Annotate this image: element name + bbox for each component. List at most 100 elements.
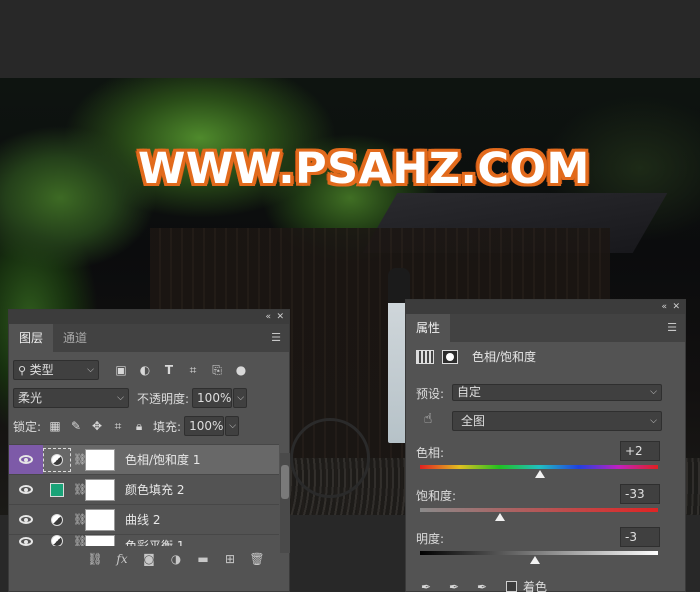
hue-label: 色相: [416,446,445,460]
layer-thumbnail[interactable] [43,513,71,526]
visibility-toggle[interactable] [9,444,43,475]
new-layer-icon[interactable]: ⊞ [222,551,238,567]
visibility-toggle[interactable] [9,535,43,546]
filter-toggle-icon[interactable]: ● [233,362,249,378]
layer-row[interactable]: ⛓ 曲线 2 [9,504,279,534]
adjustment-icon[interactable]: ◑ [168,551,184,567]
layer-name: 颜色填充 2 [125,483,185,497]
eyedropper-minus-icon[interactable]: ✒ [474,579,490,592]
lightness-slider-track[interactable] [420,551,658,555]
opacity-field[interactable]: 100% [192,388,233,408]
lock-artboard-icon[interactable]: ⌗ [110,418,126,434]
layer-row[interactable]: ⛓ 颜色填充 2 [9,474,279,504]
collapse-icon[interactable]: « [265,310,271,324]
filter-shape-icon[interactable]: ⌗ [185,362,201,378]
filter-type-icon[interactable]: T [161,362,177,378]
hue-slider-thumb[interactable] [535,470,546,478]
panel-menu-icon[interactable]: ☰ [667,322,677,334]
tab-properties[interactable]: 属性 [406,314,451,342]
visibility-toggle[interactable] [9,505,43,535]
layer-thumbnail[interactable] [43,482,71,497]
colorize-checkbox[interactable] [506,581,517,592]
tab-layers[interactable]: 图层 [9,324,54,352]
chain-link-icon[interactable]: ⛓ [73,483,87,496]
layer-mask-thumbnail[interactable] [85,448,115,471]
layer-name: 色相/饱和度 1 [125,453,201,467]
chevron-down-icon: ⌵ [87,365,94,375]
eyedropper-icon[interactable]: ✒ [418,579,434,592]
filter-smart-object-icon[interactable]: ⎘ [209,362,225,378]
properties-panel: « ✕ 属性 ☰ 色相/饱和度 预设: 自定 ⌵ ☝ 全图 ⌵ 色相: +2 饱… [405,299,686,592]
layers-scrollbar[interactable] [280,453,290,553]
panel-menu-icon[interactable]: ☰ [271,332,281,344]
layer-row[interactable]: ⛓ 色彩平衡 1 [9,534,279,546]
chevron-down-icon: ⌵ [117,393,124,403]
lightness-value-field[interactable]: -3 [620,527,660,547]
lightness-label: 明度: [416,532,445,546]
lightness-slider-thumb[interactable] [530,556,541,564]
scrollbar-thumb[interactable] [281,465,289,499]
fill-dropdown-button[interactable]: ⌵ [225,416,240,436]
hue-slider-track[interactable] [420,465,658,469]
lock-move-icon[interactable]: ✥ [89,418,105,434]
close-icon[interactable]: ✕ [672,300,680,314]
layer-row[interactable]: ⛓ 色相/饱和度 1 [9,444,279,475]
layer-mask-thumbnail[interactable] [85,508,115,531]
lock-paint-icon[interactable]: ✎ [68,418,84,434]
filter-pixel-icon[interactable]: ▣ [113,362,129,378]
hue-saturation-icon[interactable] [416,349,434,364]
chain-link-icon[interactable]: ⛓ [73,453,87,466]
tab-channels[interactable]: 通道 [53,324,97,352]
layer-mask-thumbnail[interactable] [85,535,115,546]
chain-link-icon[interactable]: ⛓ [73,513,87,526]
visibility-toggle[interactable] [9,475,43,505]
filter-kind-label: 类型 [29,363,54,377]
close-icon[interactable]: ✕ [276,310,284,324]
eye-icon [19,455,33,464]
collapse-icon[interactable]: « [661,300,667,314]
trash-icon[interactable]: 🗑︎ [249,551,265,567]
properties-panel-titlebar[interactable]: « ✕ [406,300,685,314]
eyedropper-plus-icon[interactable]: ✒ [446,579,462,592]
saturation-value-field[interactable]: -33 [620,484,660,504]
curves-icon [51,513,63,526]
opacity-label: 不透明度: [137,391,190,406]
filter-kind-dropdown[interactable]: ⚲ 类型 ⌵ [13,360,99,380]
opacity-dropdown-button[interactable]: ⌵ [233,388,248,408]
layer-thumbnail[interactable] [43,447,71,472]
link-icon[interactable]: ⛓ [87,551,103,567]
preset-dropdown[interactable]: 自定 ⌵ [452,384,662,401]
blend-mode-dropdown[interactable]: 柔光 ⌵ [13,388,129,408]
lock-all-icon[interactable]: 🔒︎ [131,418,147,434]
saturation-slider-track[interactable] [420,508,658,512]
layers-tab-bar: 图层 通道 ☰ [9,324,289,352]
mask-icon[interactable]: ◙ [141,551,157,567]
folder-icon[interactable]: ▬ [195,551,211,567]
channel-value: 全图 [461,414,486,428]
chevron-down-icon: ⌵ [650,387,657,397]
chevron-down-icon: ⌵ [229,421,237,431]
color-fill-swatch [50,482,64,497]
chevron-down-icon: ⌵ [237,393,245,403]
chain-link-icon[interactable]: ⛓ [73,535,87,546]
targeted-adjustment-hand-icon[interactable]: ☝ [420,411,436,427]
blend-row: 柔光 ⌵ 不透明度: 100% ⌵ [9,387,289,409]
lock-transparent-icon[interactable]: ▦ [47,418,63,434]
layers-bottom-toolbar: ⛓ fx ◙ ◑ ▬ ⊞ 🗑︎ [9,546,289,572]
layer-mask-thumbnail[interactable] [85,478,115,501]
fx-icon[interactable]: fx [114,551,130,567]
hue-value-field[interactable]: +2 [620,441,660,461]
layer-thumbnail[interactable] [43,535,71,546]
properties-tab-bar: 属性 ☰ [406,314,685,342]
channel-dropdown[interactable]: 全图 ⌵ [452,411,662,431]
blend-mode-value: 柔光 [18,391,43,405]
fill-field[interactable]: 100% [184,416,225,436]
eyedropper-row: ✒ ✒ ✒ 着色 [418,578,547,592]
saturation-slider-thumb[interactable] [494,513,505,521]
preset-value: 自定 [457,385,482,399]
filter-adjustment-icon[interactable]: ◐ [137,362,153,378]
color-balance-icon [51,535,63,546]
eye-icon [19,515,33,524]
mask-icon[interactable] [442,349,458,364]
layers-panel-titlebar[interactable]: « ✕ [9,310,289,324]
